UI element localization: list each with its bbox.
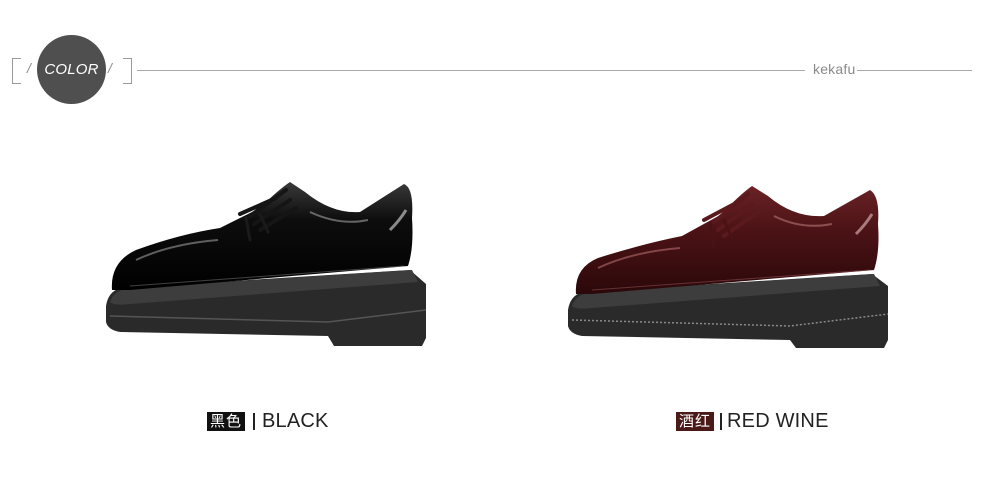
red-wine-cn-label: 酒红 <box>676 411 715 431</box>
header-divider-tail <box>857 70 972 71</box>
right-bracket-decoration <box>123 58 132 84</box>
caption-separator <box>253 412 256 430</box>
right-slash-decoration: / <box>108 60 112 76</box>
left-bracket-decoration <box>12 58 21 84</box>
color-badge-label: COLOR <box>44 61 99 78</box>
black-color-caption: 黑色 BLACK <box>207 408 329 434</box>
red-wine-en-label: RED WINE <box>727 409 829 432</box>
caption-separator <box>720 412 723 430</box>
red-wine-color-caption: 酒红 RED WINE <box>676 408 829 434</box>
black-cn-label: 黑色 <box>207 411 246 431</box>
left-slash-decoration: / <box>27 60 31 76</box>
product-color-page: / COLOR / kekafu 黑色 BLACK 酒红 RED WINE <box>0 0 990 484</box>
header-divider-line <box>137 70 805 71</box>
black-en-label: BLACK <box>262 409 329 432</box>
red-wine-shoe-image <box>568 186 889 348</box>
black-shoe-image <box>106 182 427 346</box>
color-section-badge: COLOR <box>37 35 106 104</box>
brand-name: kekafu <box>813 61 856 77</box>
